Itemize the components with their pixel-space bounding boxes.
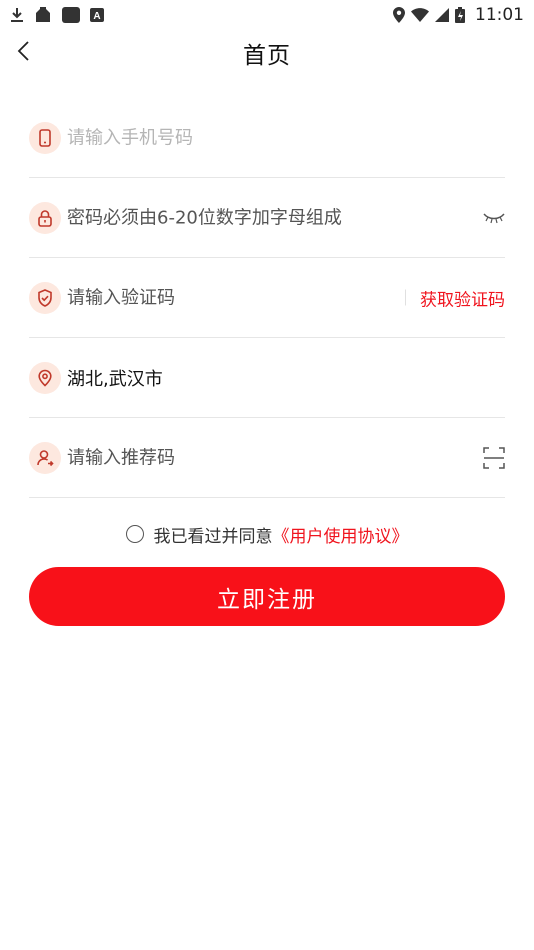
password-row <box>29 178 505 258</box>
wifi-icon <box>411 8 429 22</box>
password-input[interactable] <box>67 207 397 228</box>
a-icon: A <box>90 8 104 22</box>
get-code-label: 获取验证码 <box>420 290 505 310</box>
app-icon <box>34 7 52 23</box>
lock-icon <box>29 201 61 234</box>
location-value: 湖北,武汉市 <box>67 368 163 390</box>
register-button[interactable]: 立即注册 <box>29 567 505 626</box>
code-input[interactable] <box>67 287 357 308</box>
svg-text:A: A <box>93 11 100 22</box>
square-icon <box>62 7 80 23</box>
status-bar: A 11:01 <box>0 0 534 30</box>
download-icon <box>10 7 24 23</box>
agreement: 我已看过并同意 《用户使用协议》 <box>0 519 534 549</box>
status-right-icons: 11:01 <box>393 5 524 25</box>
code-row: 获取验证码 <box>29 258 505 338</box>
divider <box>405 289 406 306</box>
agreement-link[interactable]: 《用户使用协议》 <box>273 522 409 547</box>
referral-input[interactable] <box>67 447 397 468</box>
status-left-icons: A <box>10 7 104 23</box>
user-icon <box>29 441 61 474</box>
agree-radio[interactable] <box>125 525 144 543</box>
scan-icon[interactable] <box>483 446 505 469</box>
app-header: 首页 <box>0 30 534 74</box>
phone-icon <box>29 121 61 154</box>
get-code-button[interactable]: 获取验证码 <box>405 285 505 310</box>
shield-icon <box>29 281 61 314</box>
phone-input[interactable] <box>67 127 397 148</box>
signal-icon <box>435 8 449 22</box>
referral-row <box>29 418 505 498</box>
page-title: 首页 <box>243 43 291 69</box>
battery-icon <box>455 7 465 23</box>
location-row[interactable]: 湖北,武汉市 <box>29 338 505 418</box>
location-icon <box>393 7 405 23</box>
phone-row <box>29 98 505 178</box>
status-time: 11:01 <box>475 5 524 25</box>
eye-closed-icon[interactable] <box>483 211 505 225</box>
agreement-text: 我已看过并同意 <box>153 526 273 547</box>
location-pin-icon <box>29 361 61 394</box>
